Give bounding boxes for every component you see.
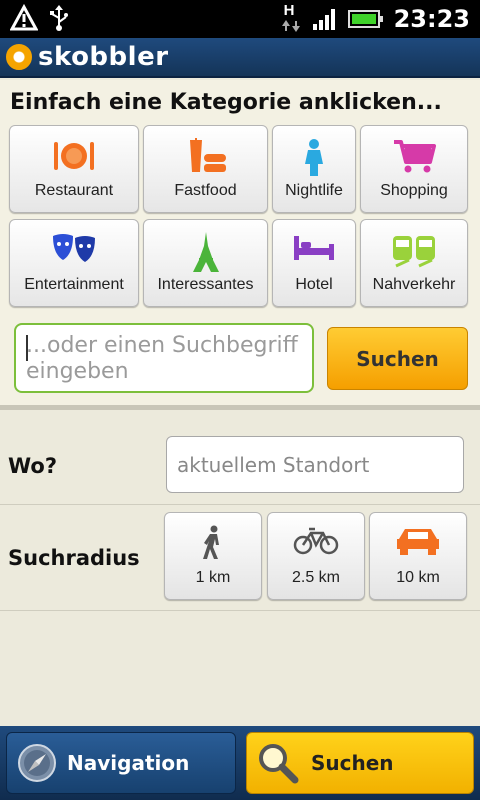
theater-masks-icon <box>53 234 95 262</box>
eiffel-tower-icon <box>192 232 219 272</box>
hotel-bed-icon <box>294 236 334 260</box>
location-input[interactable]: aktuellem Standort <box>166 436 464 493</box>
category-fastfood-button[interactable]: Fastfood <box>143 125 268 213</box>
status-right-icons: H 23:23 <box>280 2 470 34</box>
category-label: Entertainment <box>24 276 124 293</box>
category-nightlife-button[interactable]: Nightlife <box>272 125 356 213</box>
magnifier-icon <box>259 744 299 784</box>
search-button[interactable]: Suchen <box>327 327 468 390</box>
category-entertainment-button[interactable]: Entertainment <box>9 219 139 307</box>
category-label: Fastfood <box>174 182 237 199</box>
radius-option-label: 2.5 km <box>291 569 340 586</box>
category-label: Interessantes <box>157 276 254 293</box>
category-panel: Einfach eine Kategorie anklicken... Rest… <box>0 80 480 410</box>
category-label: Restaurant <box>34 182 114 199</box>
category-label: Nightlife <box>285 182 343 199</box>
nightlife-person-icon <box>305 139 323 176</box>
divider <box>0 610 480 611</box>
skobbler-logo-icon <box>6 44 32 70</box>
divider <box>0 504 480 505</box>
bottom-search-button[interactable]: Suchen <box>246 732 474 794</box>
radius-1km-button[interactable]: 1 km <box>164 512 262 600</box>
radius-2-5km-button[interactable]: 2.5 km <box>267 512 365 600</box>
radius-10km-button[interactable]: 10 km <box>369 512 467 600</box>
usb-icon <box>50 5 68 31</box>
fastfood-icon <box>189 138 226 172</box>
category-hotel-button[interactable]: Hotel <box>272 219 356 307</box>
category-restaurant-button[interactable]: Restaurant <box>9 125 139 213</box>
warning-icon <box>10 4 38 31</box>
radius-option-label: 10 km <box>396 569 440 586</box>
search-input[interactable]: ...oder einen Suchbegriff eingeben <box>14 323 314 393</box>
train-icon <box>393 236 435 268</box>
network-type: H <box>283 2 295 19</box>
category-interessantes-button[interactable]: Interessantes <box>143 219 268 307</box>
bottom-navigation: Navigation Suchen <box>0 726 480 800</box>
status-bar: H 23:23 <box>0 0 480 38</box>
location-label: Wo? <box>8 454 58 478</box>
location-placeholder: aktuellem Standort <box>177 453 370 477</box>
clock: 23:23 <box>393 5 470 33</box>
car-icon <box>397 529 439 555</box>
category-label: Nahverkehr <box>372 276 456 293</box>
status-left-icons <box>10 4 70 32</box>
walking-person-icon <box>203 525 219 559</box>
category-shopping-button[interactable]: Shopping <box>360 125 468 213</box>
radius-label: Suchradius <box>8 546 140 570</box>
bicycle-icon <box>293 527 339 555</box>
category-label: Shopping <box>380 182 448 199</box>
search-placeholder: ...oder einen Suchbegriff eingeben <box>26 333 298 384</box>
restaurant-plate-icon <box>54 142 94 170</box>
app-header: skobbler <box>0 38 480 78</box>
navigation-label: Navigation <box>67 751 190 775</box>
navigation-button[interactable]: Navigation <box>6 732 236 794</box>
shopping-cart-icon <box>394 140 436 173</box>
signal-icon <box>312 9 335 30</box>
category-label: Hotel <box>295 276 333 293</box>
category-nahverkehr-button[interactable]: Nahverkehr <box>360 219 468 307</box>
data-arrows-icon: H <box>280 2 302 34</box>
compass-icon <box>18 744 56 782</box>
radius-option-label: 1 km <box>195 569 231 586</box>
battery-icon <box>347 10 383 28</box>
app-brand: skobbler <box>38 42 169 72</box>
bottom-search-label: Suchen <box>311 751 394 775</box>
category-heading: Einfach eine Kategorie anklicken... <box>10 90 442 115</box>
